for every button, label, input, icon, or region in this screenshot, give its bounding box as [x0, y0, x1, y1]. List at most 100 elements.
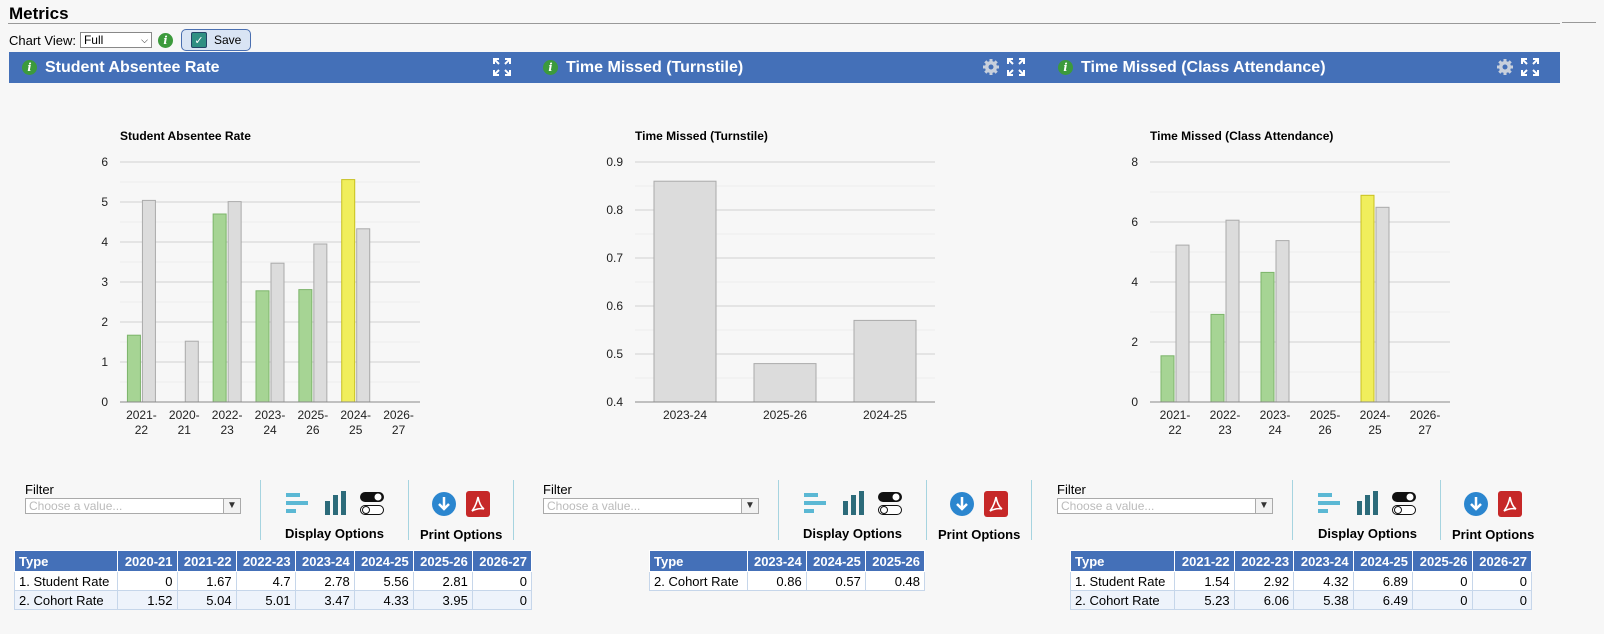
info-icon[interactable]: i	[22, 60, 37, 75]
pdf-icon[interactable]	[1498, 491, 1522, 517]
pdf-icon[interactable]	[466, 491, 490, 517]
panel-header-time-missed-class-attendance: i Time Missed (Class Attendance)	[1058, 52, 1326, 83]
table-cell: 5.01	[235, 590, 296, 610]
column-header[interactable]: 2023-24	[746, 550, 807, 572]
column-header[interactable]: 2024-25	[353, 550, 414, 572]
column-header[interactable]: 2026-27	[1471, 550, 1532, 572]
y-tick-label: 3	[101, 275, 108, 289]
print-options-label: Print Options	[938, 527, 1021, 542]
horizontal-bar-chart-icon[interactable]	[803, 491, 829, 517]
x-tick-label: 2025-26	[1310, 408, 1341, 437]
x-tick-label: 2026-27	[383, 408, 414, 437]
download-icon[interactable]	[949, 491, 975, 517]
divider	[1440, 480, 1441, 540]
table-cell: 3.95	[412, 590, 473, 610]
column-header[interactable]: 2024-25	[805, 550, 866, 572]
chart-view-select[interactable]: Full ⌵	[79, 32, 152, 48]
panel-header-student-absentee-rate: i Student Absentee Rate	[22, 52, 220, 83]
bar	[653, 180, 717, 403]
toggle-icon[interactable]	[1391, 491, 1417, 517]
gear-icon[interactable]	[1495, 57, 1515, 77]
expand-icon[interactable]	[492, 57, 512, 77]
bar	[270, 262, 285, 403]
column-header[interactable]: 2026-27	[471, 550, 533, 572]
table-cell: 1.67	[176, 571, 237, 591]
panel-header-time-missed-turnstile: i Time Missed (Turnstile)	[543, 52, 743, 83]
bar	[1375, 206, 1390, 403]
display-options-label: Display Options	[1318, 526, 1417, 541]
column-header[interactable]: 2022-23	[235, 550, 296, 572]
info-icon[interactable]: i	[543, 60, 558, 75]
pdf-icon[interactable]	[984, 491, 1008, 517]
vertical-bar-chart-icon[interactable]	[842, 489, 868, 517]
horizontal-bar-chart-icon[interactable]	[285, 491, 311, 517]
table-cell: 0	[1471, 571, 1532, 591]
chart-time-missed-turnstile: Time Missed (Turnstile) 0.4 0.5 0.6 0.7 0.8 0.…	[606, 129, 935, 422]
horizontal-bar-chart-icon[interactable]	[1317, 491, 1343, 517]
table-cell: 4.7	[235, 571, 296, 591]
chart-time-missed-class-attendance: Time Missed (Class Attendance) 0 2 4 6 8 2021-…	[1131, 129, 1450, 437]
bar	[1275, 240, 1290, 403]
expand-icon[interactable]	[1520, 57, 1540, 77]
column-header[interactable]: 2021-22	[176, 550, 237, 572]
x-tick-label: 2025-26	[298, 408, 329, 437]
print-options-label: Print Options	[420, 527, 503, 542]
column-header[interactable]: 2025-26	[412, 550, 473, 572]
column-header[interactable]: 2020-21	[117, 550, 178, 572]
bar	[753, 363, 817, 403]
chart-view-value: Full	[83, 33, 104, 47]
bar	[184, 340, 199, 403]
column-header[interactable]: Type	[13, 550, 119, 572]
filter-select[interactable]: Choose a value... ▼	[543, 498, 759, 514]
table-cell: 2. Cohort Rate	[1069, 590, 1176, 610]
x-tick-label: 2024-25	[1360, 408, 1391, 437]
panel-title: Time Missed (Turnstile)	[566, 58, 744, 76]
column-header[interactable]: 2023-24	[1293, 550, 1354, 572]
table-header-row: Type 2023-24 2024-25 2025-26	[649, 550, 926, 572]
toggle-icon[interactable]	[877, 491, 903, 517]
x-tick-label: 2023-24	[663, 408, 707, 422]
vertical-bar-chart-icon[interactable]	[324, 489, 350, 517]
bar	[313, 243, 328, 403]
table-cell: 6.89	[1352, 571, 1414, 591]
data-table-time-missed-class-attendance: Type 2021-22 2022-23 2023-24 2024-25 2025-26 2…	[1069, 550, 1532, 610]
y-tick-label: 2	[101, 315, 108, 329]
column-header[interactable]: 2023-24	[294, 550, 355, 572]
title-divider-end	[1562, 22, 1596, 23]
expand-icon[interactable]	[1006, 57, 1026, 77]
info-icon[interactable]: i	[1058, 60, 1073, 75]
column-header[interactable]: Type	[1069, 550, 1176, 572]
save-label: Save	[213, 33, 242, 47]
bar	[341, 179, 356, 403]
bar	[1260, 271, 1275, 403]
column-header[interactable]: 2025-26	[1412, 550, 1473, 572]
column-header[interactable]: 2022-23	[1233, 550, 1295, 572]
table-cell: 4.33	[353, 590, 414, 610]
y-tick-label: 2	[1131, 335, 1138, 349]
table-cell: 0	[1412, 590, 1473, 610]
save-button[interactable]: ✓ Save	[180, 29, 251, 51]
y-tick-label: 0.7	[606, 251, 623, 265]
x-tick-label: 2021-22	[126, 408, 157, 437]
gear-icon[interactable]	[981, 57, 1001, 77]
info-icon[interactable]: i	[157, 32, 173, 48]
table-cell: 0	[1412, 571, 1473, 591]
x-tick-label: 2022-23	[212, 408, 243, 437]
toggle-icon[interactable]	[359, 491, 385, 517]
table-cell: 2.78	[294, 571, 355, 591]
filter-select[interactable]: Choose a value... ▼	[25, 498, 241, 514]
column-header[interactable]: Type	[649, 550, 748, 572]
column-header[interactable]: 2024-25	[1352, 550, 1414, 572]
x-tick-label: 2024-25	[340, 408, 371, 437]
filter-placeholder: Choose a value...	[547, 499, 641, 513]
download-icon[interactable]	[1463, 491, 1489, 517]
filter-select[interactable]: Choose a value... ▼	[1057, 498, 1273, 514]
table-cell: 4.32	[1293, 571, 1354, 591]
y-tick-label: 4	[101, 235, 108, 249]
download-icon[interactable]	[431, 491, 457, 517]
column-header[interactable]: 2021-22	[1174, 550, 1235, 572]
divider	[1031, 480, 1032, 540]
vertical-bar-chart-icon[interactable]	[1356, 489, 1382, 517]
divider	[513, 480, 514, 540]
column-header[interactable]: 2025-26	[864, 550, 926, 572]
